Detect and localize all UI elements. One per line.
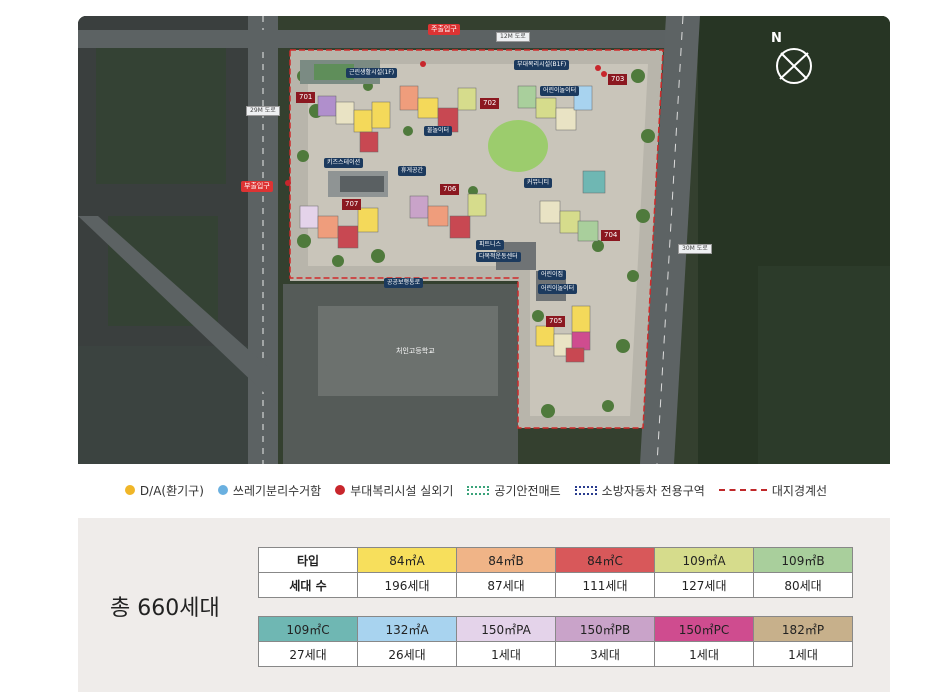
- type-cell: 109㎡A: [654, 547, 754, 573]
- road-label-30m: 30M 도로: [678, 244, 712, 254]
- type-cell: 84㎡A: [357, 547, 457, 573]
- legend-item-da: D/A(환기구): [124, 482, 204, 499]
- school-label: 처인고등학교: [396, 347, 435, 355]
- type-cell: 150㎡PB: [555, 616, 655, 642]
- count-cell: 1세대: [654, 641, 754, 667]
- legend-boundary-label: 대지경계선: [771, 483, 828, 498]
- facility-kids-station-label: 키즈스테이션: [324, 158, 364, 168]
- type-cell: 150㎡PC: [654, 616, 754, 642]
- legend-recycle-label: 쓰레기분리수거함: [232, 483, 322, 498]
- count-cell: 111세대: [555, 572, 655, 598]
- table-row-type: 타입 84㎡A 84㎡B 84㎡C 109㎡A 109㎡B: [258, 547, 853, 573]
- legend-air-mat-label: 공기안전매트: [494, 483, 561, 498]
- count-cell: 80세대: [753, 572, 853, 598]
- legend-outdoor-unit-label: 부대복리시설 실외기: [350, 483, 454, 498]
- count-cell: 1세대: [456, 641, 556, 667]
- type-cell: 150㎡PA: [456, 616, 556, 642]
- facility-water-play-label: 물놀이터: [424, 126, 453, 136]
- sub-entrance-label: 부출입구: [241, 181, 273, 192]
- table-row-type: 109㎡C 132㎡A 150㎡PA 150㎡PB 150㎡PC 182㎡P: [258, 616, 853, 642]
- facility-neighborhood-label: 근린생활시설(1F): [346, 68, 398, 78]
- facility-playground-2-label: 어린이놀이터: [538, 284, 578, 294]
- type-cell: 182㎡P: [753, 616, 853, 642]
- count-cell: 87세대: [456, 572, 556, 598]
- legend-recycle-dot: [217, 485, 228, 495]
- legend-outdoor-unit-dot: [335, 485, 346, 495]
- building-703-label: 703: [608, 74, 628, 85]
- north-label: N: [771, 31, 782, 46]
- legend-item-boundary: 대지경계선: [718, 482, 828, 499]
- facility-fitness-label: 피트니스: [476, 240, 505, 250]
- count-cell: 196세대: [357, 572, 457, 598]
- facility-rest-area-label: 휴게공간: [398, 166, 427, 176]
- table-row-count: 세대 수 196세대 87세대 111세대 127세대 80세대: [258, 572, 853, 598]
- type-cell: 109㎡C: [258, 616, 358, 642]
- legend-item-fire-zone: 소방자동차 전용구역: [574, 482, 705, 499]
- facility-daycare-label: 어린이집: [538, 270, 567, 280]
- road-label-29m: 29M 도로: [246, 106, 280, 116]
- map-legend: D/A(환기구) 쓰레기분리수거함 부대복리시설 실외기 공기안전매트 소방자동…: [0, 475, 952, 505]
- type-header-cell: 타입: [258, 547, 358, 573]
- legend-da-dot: [124, 485, 135, 495]
- type-cell: 84㎡C: [555, 547, 655, 573]
- table-row-count: 27세대 26세대 1세대 3세대 1세대 1세대: [258, 641, 853, 667]
- unit-table-top: 타입 84㎡A 84㎡B 84㎡C 109㎡A 109㎡B 세대 수 196세대…: [258, 547, 853, 598]
- legend-fire-zone-swatch: [574, 485, 597, 495]
- count-header-cell: 세대 수: [258, 572, 358, 598]
- legend-item-outdoor-unit: 부대복리시설 실외기: [335, 482, 453, 499]
- unit-table-bottom: 109㎡C 132㎡A 150㎡PA 150㎡PB 150㎡PC 182㎡P 2…: [258, 616, 853, 667]
- count-cell: 127세대: [654, 572, 754, 598]
- legend-da-label: D/A(환기구): [139, 483, 204, 498]
- building-701-label: 701: [296, 92, 316, 103]
- road-label-12m: 12M 도로: [496, 32, 530, 42]
- building-707-label: 707: [342, 199, 362, 210]
- main-entrance-label: 주출입구: [428, 24, 460, 35]
- type-cell: 84㎡B: [456, 547, 556, 573]
- legend-air-mat-swatch: [467, 485, 490, 495]
- legend-item-air-mat: 공기안전매트: [467, 482, 561, 499]
- legend-item-recycle: 쓰레기분리수거함: [217, 482, 322, 499]
- facility-welfare-label: 부대복리시설(B1F): [514, 60, 570, 70]
- count-cell: 27세대: [258, 641, 358, 667]
- count-cell: 1세대: [753, 641, 853, 667]
- type-cell: 132㎡A: [357, 616, 457, 642]
- facility-playground-label: 어린이놀이터: [540, 86, 580, 96]
- count-cell: 3세대: [555, 641, 655, 667]
- total-units-label: 총 660세대: [110, 596, 220, 621]
- facility-multipurpose-label: 다목적운동센터: [476, 252, 521, 262]
- legend-fire-zone-label: 소방자동차 전용구역: [601, 483, 705, 498]
- building-705-label: 705: [546, 316, 566, 327]
- facility-community-label: 커뮤니티: [524, 178, 553, 188]
- legend-boundary-swatch: [718, 489, 767, 491]
- public-walkway-label: 공공보행통로: [384, 278, 424, 288]
- building-702-label: 702: [480, 98, 500, 109]
- site-plan-map: N 12M 도로 29M 도로 30M 도로 주출입구 부출입구 701 702…: [78, 16, 890, 464]
- count-cell: 26세대: [357, 641, 457, 667]
- building-706-label: 706: [440, 184, 460, 195]
- type-cell: 109㎡B: [753, 547, 853, 573]
- building-704-label: 704: [601, 230, 621, 241]
